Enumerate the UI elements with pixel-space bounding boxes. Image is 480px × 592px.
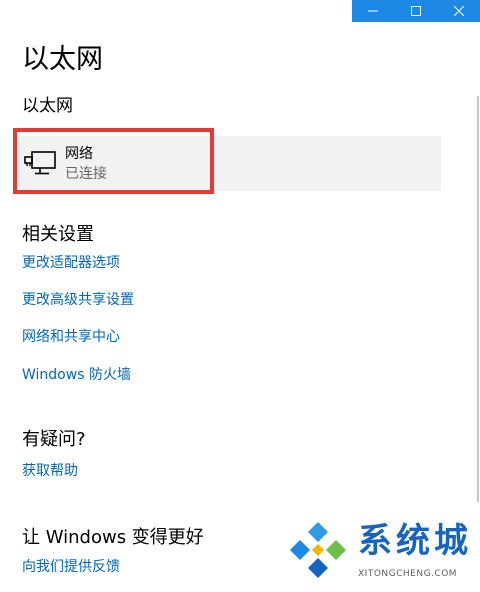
- link-windows-firewall[interactable]: Windows 防火墙: [22, 365, 131, 385]
- maximize-icon: [411, 6, 421, 16]
- link-network-sharing-center[interactable]: 网络和共享中心: [22, 327, 120, 347]
- link-advanced-sharing-settings[interactable]: 更改高级共享设置: [22, 290, 134, 310]
- network-name: 网络: [65, 146, 93, 162]
- section-title: 以太网: [22, 96, 73, 116]
- maximize-button[interactable]: [395, 0, 438, 22]
- feedback-heading: 让 Windows 变得更好: [22, 527, 204, 548]
- minimize-icon: [368, 10, 379, 12]
- link-give-feedback[interactable]: 向我们提供反馈: [22, 557, 120, 577]
- link-change-adapter-options[interactable]: 更改适配器选项: [22, 253, 120, 273]
- ethernet-monitor-icon: [24, 151, 56, 175]
- watermark: 系统城 XITONGCHENG.COM: [286, 516, 476, 586]
- close-icon: [453, 6, 464, 16]
- settings-window: 以太网 以太网 网络 已连接 相关设置 更改适配器选项 更改高级共享设置 网络和…: [0, 0, 480, 592]
- watermark-title: 系统城: [358, 521, 472, 561]
- close-button[interactable]: [437, 0, 480, 22]
- network-item[interactable]: 网络 已连接: [13, 136, 441, 191]
- help-heading: 有疑问?: [22, 429, 86, 450]
- diamond-logo-icon: [290, 522, 346, 578]
- scrollbar[interactable]: [477, 96, 479, 502]
- link-get-help[interactable]: 获取帮助: [22, 461, 78, 481]
- caption-bar: [352, 0, 480, 22]
- page-title: 以太网: [22, 44, 103, 75]
- minimize-button[interactable]: [352, 0, 395, 22]
- network-status: 已连接: [65, 166, 107, 182]
- related-settings-heading: 相关设置: [22, 224, 94, 245]
- watermark-url: XITONGCHENG.COM: [358, 569, 458, 579]
